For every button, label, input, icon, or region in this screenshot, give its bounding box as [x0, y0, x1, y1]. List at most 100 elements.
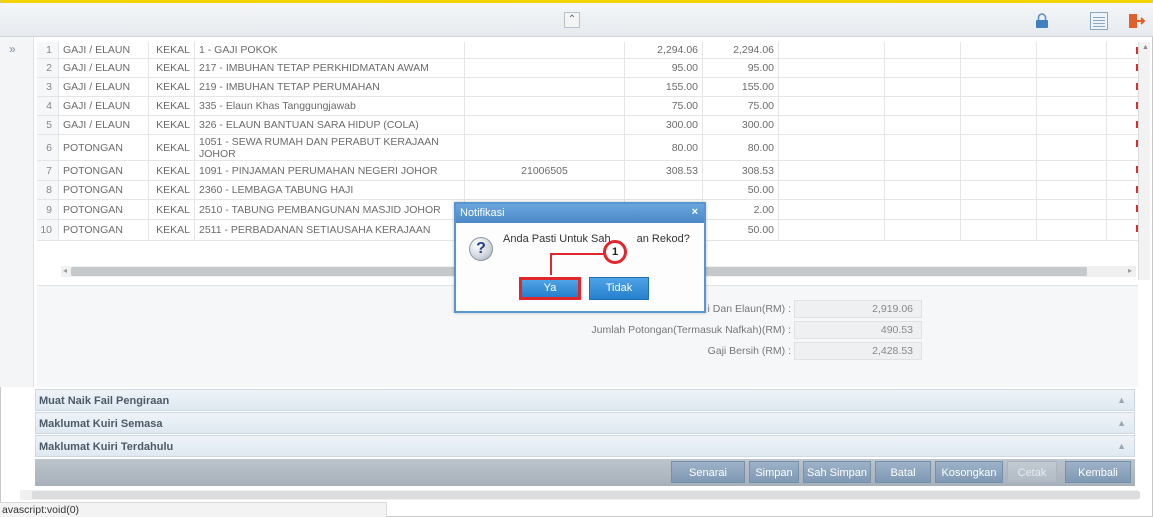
dialog-message-end: an Rekod?	[636, 233, 690, 245]
row-amount: 308.53	[625, 161, 703, 180]
row-type: POTONGAN	[59, 181, 149, 199]
scroll-right-icon[interactable]: ▸	[1128, 266, 1132, 275]
row-amount: 2,294.06	[625, 42, 703, 58]
empty-cell	[1107, 161, 1138, 180]
close-icon[interactable]: ×	[692, 206, 698, 218]
empty-cell	[961, 181, 1037, 199]
table-row[interactable]: 5 GAJI / ELAUN KEKAL 326 - ELAUN BANTUAN SA…	[37, 116, 1138, 135]
empty-cell	[961, 161, 1037, 180]
row-type: POTONGAN	[59, 220, 149, 240]
row-number: 10	[37, 220, 59, 240]
kembali-button[interactable]: Kembali	[1065, 461, 1131, 483]
empty-cell	[885, 116, 961, 134]
page-scroll-thumb[interactable]	[32, 491, 1140, 499]
grid-vertical-scrollbar[interactable]: ▲	[1138, 42, 1150, 280]
table-row[interactable]: 6 POTONGAN KEKAL 1051 - SEWA RUMAH DAN PERA…	[37, 135, 1138, 161]
top-toolbar: ⌃	[0, 3, 1153, 37]
tidak-button[interactable]: Tidak	[589, 277, 649, 300]
dialog-title: Notifikasi	[460, 207, 505, 219]
section-kuiri-semasa[interactable]: Maklumat Kuiri Semasa ▲	[35, 412, 1135, 434]
row-number: 9	[37, 200, 59, 219]
ya-button[interactable]: Ya	[519, 277, 581, 300]
dialog-header: Notifikasi ×	[456, 204, 704, 223]
row-amount-approved: 2,294.06	[703, 42, 779, 58]
senarai-semak-button[interactable]: Senarai Semak	[671, 461, 745, 501]
empty-cell	[961, 220, 1037, 240]
row-reference	[465, 181, 625, 199]
row-reference	[465, 59, 625, 77]
row-amount: 80.00	[625, 135, 703, 160]
row-type: POTONGAN	[59, 135, 149, 160]
row-description: 217 - IMBUHAN TETAP PERKHIDMATAN AWAM	[195, 59, 465, 77]
empty-cell	[1107, 135, 1138, 160]
row-amount-approved: 50.00	[703, 220, 779, 240]
section-kuiri-terdahulu-label: Maklumat Kuiri Terdahulu	[39, 441, 174, 453]
scroll-up-icon[interactable]: ▲	[1142, 44, 1149, 51]
table-row[interactable]: 7 POTONGAN KEKAL 1091 - PINJAMAN PERUMAHAN …	[37, 161, 1138, 181]
empty-cell	[885, 161, 961, 180]
cetak-button: Cetak	[1007, 461, 1057, 483]
table-row[interactable]: 4 GAJI / ELAUN KEKAL 335 - Elaun Khas Tangg…	[37, 97, 1138, 116]
row-category: KEKAL	[149, 78, 195, 96]
exit-icon[interactable]	[1127, 12, 1145, 30]
scroll-left-icon[interactable]: ◂	[63, 266, 67, 275]
row-type: POTONGAN	[59, 161, 149, 180]
page-horizontal-scrollbar[interactable]	[20, 490, 1140, 500]
row-number: 1	[37, 42, 59, 58]
chevron-up-icon[interactable]: ▲	[1117, 441, 1126, 451]
row-category: KEKAL	[149, 181, 195, 199]
chevron-up-icon[interactable]: ▲	[1117, 418, 1126, 428]
row-category: KEKAL	[149, 59, 195, 77]
row-reference	[465, 116, 625, 134]
empty-cell	[1037, 59, 1107, 77]
chevron-up-icon[interactable]: ▲	[1117, 395, 1126, 405]
batal-button[interactable]: Batal	[875, 461, 931, 483]
sah-simpan-button[interactable]: Sah Simpan	[803, 461, 871, 483]
row-amount: 155.00	[625, 78, 703, 96]
empty-cell	[1107, 200, 1138, 219]
row-amount: 300.00	[625, 116, 703, 134]
row-category: KEKAL	[149, 135, 195, 160]
grid-view-icon[interactable]	[1090, 12, 1108, 30]
kosongkan-button[interactable]: Kosongkan	[935, 461, 1003, 483]
lock-icon[interactable]	[1033, 12, 1051, 30]
empty-cell	[885, 42, 961, 58]
callout-line	[550, 253, 608, 255]
row-type: GAJI / ELAUN	[59, 97, 149, 115]
empty-cell	[961, 135, 1037, 160]
section-kuiri-terdahulu[interactable]: Maklumat Kuiri Terdahulu ▲	[35, 435, 1135, 457]
section-muat-naik[interactable]: Muat Naik Fail Pengiraan ▲	[35, 389, 1135, 411]
table-row[interactable]: 3 GAJI / ELAUN KEKAL 219 - IMBUHAN TETAP PE…	[37, 78, 1138, 97]
empty-cell	[1107, 116, 1138, 134]
row-description: 219 - IMBUHAN TETAP PERUMAHAN	[195, 78, 465, 96]
row-number: 4	[37, 97, 59, 115]
empty-cell	[961, 116, 1037, 134]
expand-sidebar-icon[interactable]: »	[9, 42, 16, 56]
empty-cell	[779, 220, 885, 240]
row-description: 326 - ELAUN BANTUAN SARA HIDUP (COLA)	[195, 116, 465, 134]
empty-cell	[961, 42, 1037, 58]
row-description: 2511 - PERBADANAN SETIAUSAHA KERAJAAN	[195, 220, 465, 240]
row-amount-approved: 2.00	[703, 200, 779, 219]
row-reference	[465, 78, 625, 96]
empty-cell	[779, 42, 885, 58]
table-row[interactable]: 2 GAJI / ELAUN KEKAL 217 - IMBUHAN TETAP PE…	[37, 59, 1138, 78]
row-number: 8	[37, 181, 59, 199]
browser-status-bar: avascript:void(0)	[0, 502, 387, 517]
row-description: 335 - Elaun Khas Tanggungjawab	[195, 97, 465, 115]
empty-cell	[1037, 220, 1107, 240]
row-reference	[465, 42, 625, 58]
collapse-panel-button[interactable]: ⌃	[564, 12, 580, 28]
empty-cell	[885, 59, 961, 77]
empty-cell	[885, 97, 961, 115]
simpan-button[interactable]: Simpan	[749, 461, 799, 483]
question-icon: ?	[469, 237, 493, 261]
summary-gaji-value: 2,919.06	[794, 300, 922, 318]
table-row[interactable]: 1 GAJI / ELAUN KEKAL 1 - GAJI POKOK 2,294.06…	[37, 42, 1138, 59]
row-amount-approved: 75.00	[703, 97, 779, 115]
empty-cell	[779, 135, 885, 160]
empty-cell	[779, 116, 885, 134]
table-row[interactable]: 8 POTONGAN KEKAL 2360 - LEMBAGA TABUNG HAJI…	[37, 181, 1138, 200]
notification-dialog: Notifikasi × ? Anda Pasti Untuk Sah an Re…	[454, 202, 706, 313]
empty-cell	[779, 97, 885, 115]
